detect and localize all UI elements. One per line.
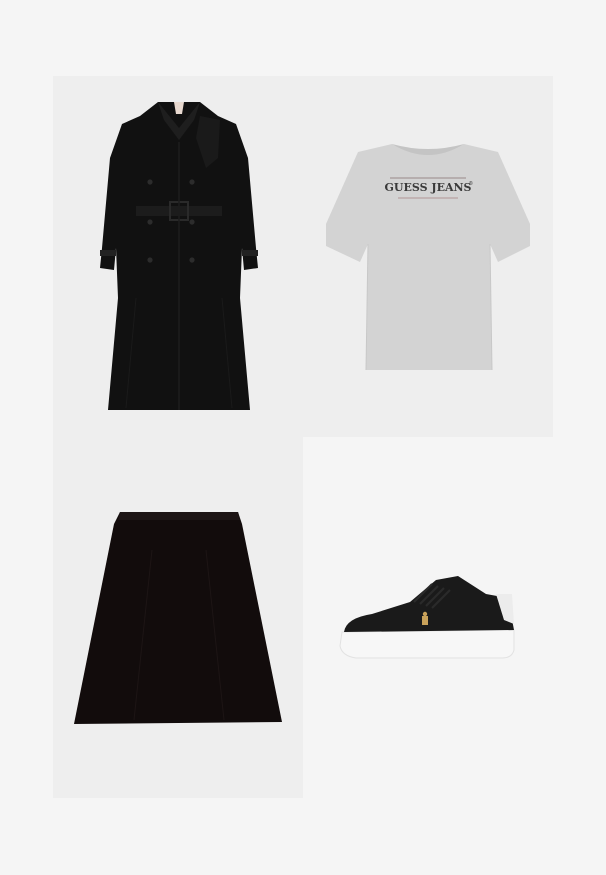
t-shirt-icon: GUESS JEANS ®	[326, 144, 530, 371]
trench-coat-icon	[100, 102, 258, 410]
product-a-line-skirt[interactable]	[72, 510, 284, 726]
sneaker-icon	[339, 576, 515, 659]
tee-print-text: GUESS JEANS	[385, 181, 472, 194]
product-sneaker[interactable]	[336, 572, 518, 664]
product-trench-coat[interactable]	[96, 98, 262, 414]
product-t-shirt[interactable]: GUESS JEANS ®	[322, 138, 534, 374]
tee-print-mark: ®	[469, 180, 473, 187]
outfit-collage: GUESS JEANS ®	[0, 0, 606, 875]
a-line-skirt-icon	[74, 512, 282, 724]
